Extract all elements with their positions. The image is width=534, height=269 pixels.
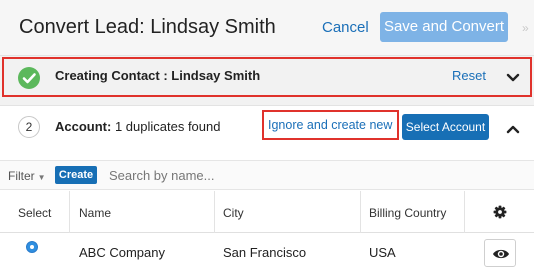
- check-icon: [18, 67, 40, 89]
- filter-dropdown[interactable]: Filter ▼: [8, 169, 46, 183]
- reset-button[interactable]: Reset: [452, 68, 486, 83]
- chevron-up-icon[interactable]: [506, 121, 520, 139]
- chevron-down-icon[interactable]: [506, 70, 520, 88]
- row-city: San Francisco: [223, 245, 307, 260]
- account-duplicates-text: 1 duplicates found: [111, 119, 221, 134]
- page-title: Convert Lead: Lindsay Smith: [19, 16, 276, 38]
- eye-icon: [493, 249, 509, 259]
- row-name: ABC Company: [79, 245, 165, 260]
- cancel-button[interactable]: Cancel: [322, 19, 369, 36]
- column-header-select: Select: [18, 206, 52, 220]
- row-select-radio[interactable]: [26, 241, 38, 253]
- account-step-number: 2: [18, 116, 40, 138]
- column-header-name[interactable]: Name: [79, 206, 111, 220]
- account-step-title: Account:: [55, 119, 112, 134]
- caret-down-icon: ▼: [37, 173, 46, 182]
- gear-icon[interactable]: [493, 205, 507, 224]
- select-account-button[interactable]: Select Account: [402, 114, 489, 140]
- column-header-billing-country[interactable]: Billing Country: [369, 206, 446, 220]
- column-header-city[interactable]: City: [223, 206, 244, 220]
- search-input[interactable]: [105, 165, 505, 185]
- account-step-label: Account: 1 duplicates found: [55, 119, 220, 134]
- row-billing-country: USA: [369, 245, 396, 260]
- create-button[interactable]: Create: [55, 166, 97, 184]
- chevron-right-icon[interactable]: »: [522, 21, 529, 35]
- save-and-convert-button[interactable]: Save and Convert: [380, 12, 508, 42]
- filter-label: Filter: [8, 169, 35, 183]
- contact-step-label: Creating Contact : Lindsay Smith: [55, 68, 261, 83]
- ignore-and-create-new-link[interactable]: Ignore and create new: [268, 118, 392, 132]
- preview-button[interactable]: [484, 239, 516, 267]
